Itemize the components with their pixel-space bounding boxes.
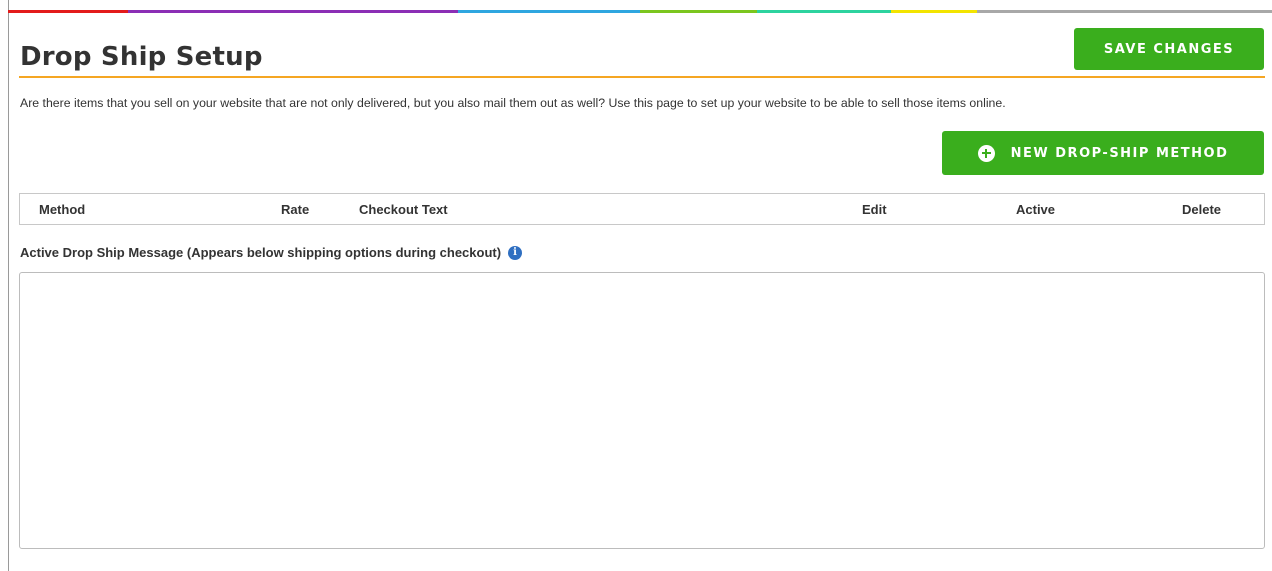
info-icon[interactable]: i [508,245,523,260]
drop-ship-message-textarea[interactable] [19,272,1265,549]
title-underline [19,76,1265,78]
rainbow-segment [757,10,891,13]
column-header-delete: Delete [1182,202,1222,217]
plus-circle-icon [977,144,995,162]
page-description: Are there items that you sell on your we… [20,96,1006,110]
save-changes-button[interactable]: SAVE CHANGES [1074,28,1264,70]
rainbow-segment [640,10,757,13]
page-title: Drop Ship Setup [20,42,263,72]
column-header-rate[interactable]: Rate [281,202,309,217]
column-header-active: Active [1016,202,1056,217]
rainbow-segment [977,10,1272,13]
drop-ship-methods-table-header: Method Rate Checkout Text Edit Active De… [19,193,1265,225]
new-drop-ship-method-label: NEW DROP-SHIP METHOD [1010,145,1229,161]
rainbow-segment [128,10,458,13]
rainbow-top-bar [8,10,1272,13]
column-header-edit: Edit [862,202,887,217]
new-drop-ship-method-button[interactable]: NEW DROP-SHIP METHOD [942,131,1264,175]
rainbow-segment [458,10,640,13]
rainbow-segment [8,10,128,13]
rainbow-segment [891,10,977,13]
column-header-checkout-text[interactable]: Checkout Text [359,202,448,217]
column-header-method[interactable]: Method [39,202,85,217]
drop-ship-message-label: Active Drop Ship Message (Appears below … [20,245,523,260]
drop-ship-message-label-text: Active Drop Ship Message (Appears below … [20,245,502,260]
left-border [8,0,9,571]
